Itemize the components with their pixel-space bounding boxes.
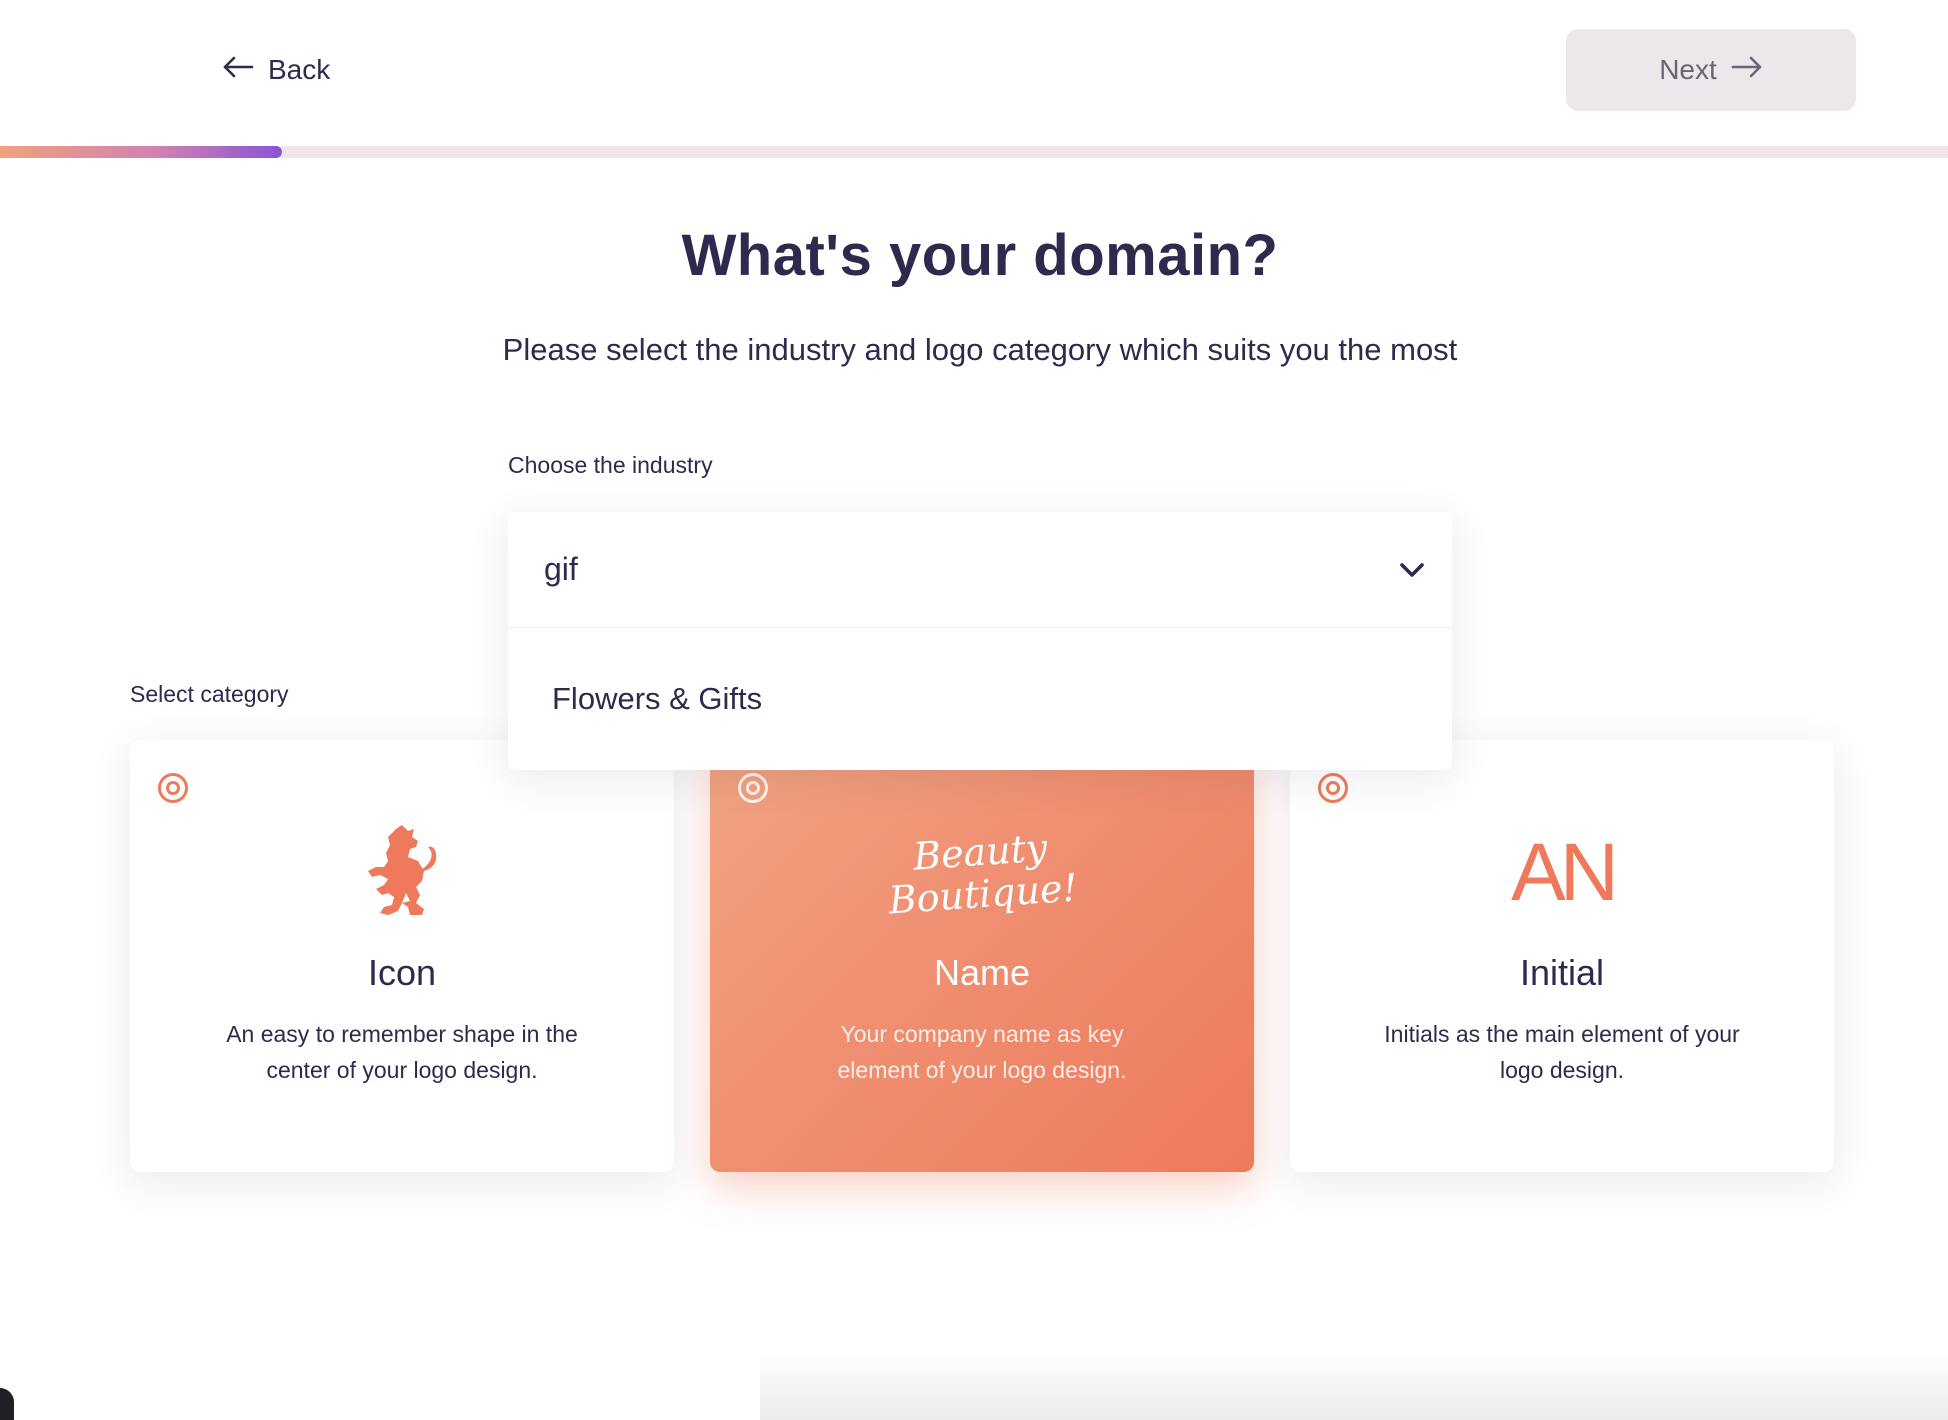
card-description: Your company name as key element of your… — [837, 1021, 1127, 1083]
progress-bar — [0, 146, 1948, 158]
category-card-initial[interactable]: AN Initial Initials as the main element … — [1290, 740, 1834, 1172]
next-button[interactable]: Next — [1566, 29, 1856, 111]
industry-label: Choose the industry — [508, 452, 713, 478]
window-corner — [0, 1388, 14, 1420]
category-label: Select category — [130, 681, 289, 707]
back-label: Back — [268, 54, 331, 85]
category-card-name[interactable]: Beauty Boutique! Name Your company name … — [710, 740, 1254, 1172]
card-art: AN — [1290, 818, 1834, 928]
script-wordmark: Beauty Boutique! — [885, 825, 1080, 922]
initials-art: AN — [1511, 827, 1619, 918]
radio-icon[interactable] — [1318, 773, 1348, 803]
industry-input-row[interactable] — [508, 512, 1452, 628]
chevron-down-icon[interactable] — [1398, 561, 1426, 579]
back-button[interactable]: Back — [222, 46, 330, 94]
industry-dropdown: Flowers & Gifts — [508, 512, 1452, 770]
page-subtitle: Please select the industry and logo cate… — [502, 332, 1458, 367]
arrow-left-icon — [222, 54, 254, 86]
industry-input[interactable] — [544, 551, 1344, 588]
category-card-icon[interactable]: Icon An easy to remember shape in the ce… — [130, 740, 674, 1172]
industry-option-flowers-gifts[interactable]: Flowers & Gifts — [508, 628, 1452, 770]
card-art — [130, 818, 674, 928]
radio-icon[interactable] — [158, 773, 188, 803]
bottom-shade — [760, 1355, 1948, 1420]
card-description: Initials as the main element of your log… — [1384, 1021, 1740, 1083]
card-art: Beauty Boutique! — [710, 818, 1254, 928]
progress-fill — [0, 146, 283, 158]
card-title: Icon — [367, 952, 437, 993]
card-title: Name — [933, 952, 1031, 993]
radio-icon[interactable] — [738, 773, 768, 803]
card-title: Initial — [1519, 952, 1605, 993]
page-title: What's your domain? — [681, 223, 1279, 288]
card-description: An easy to remember shape in the center … — [226, 1021, 578, 1083]
lion-icon — [362, 823, 442, 924]
arrow-right-icon — [1731, 54, 1763, 86]
next-label: Next — [1659, 54, 1717, 85]
